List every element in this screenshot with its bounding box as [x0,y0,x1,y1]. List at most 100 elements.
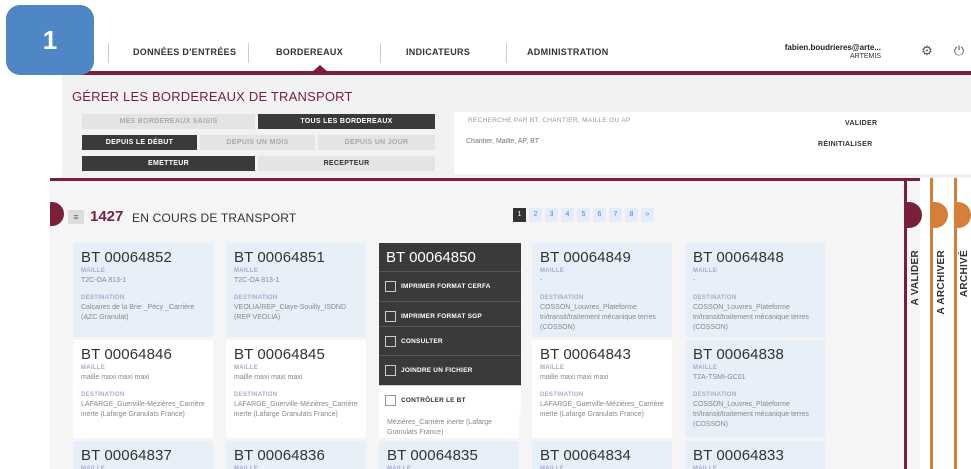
bt-number: BT 00064836 [234,447,325,464]
destination-value: COSSON_Louvres_Plateforme tri/transit/tr… [693,401,809,428]
menu-item-label: IMPRIMER FORMAT CERFA [401,283,491,290]
next-page-button[interactable]: » [641,208,654,222]
menu-item-label: JOINDRE UN FICHIER [401,367,473,374]
bt-number: BT 00064838 [693,346,784,363]
search-label: RECHERCHE PAR BT, CHANTIER, MAILLE OU AP [468,117,631,124]
filter-emetteur[interactable]: EMETTEUR [82,156,255,171]
filter-all-bordereaux[interactable]: TOUS LES BORDEREAUX [258,114,435,129]
page-button[interactable]: 5 [577,208,590,222]
maille-value: T2C-OA 813-1 [81,277,127,284]
bt-card[interactable]: BT 00064845 MAILLE maille maxi maxi maxi… [226,340,366,438]
nav-bordereaux[interactable]: BORDEREAUX [276,47,343,57]
tab-a-valider[interactable]: A VALIDER [910,250,921,305]
menu-item-label: IMPRIMER FORMAT SGP [401,313,482,320]
maille-label: MAILLE [81,365,106,371]
maille-label: MAILLE [540,268,565,274]
destination-value: COSSON_Louvres_Plateforme tri/transit/tr… [540,304,656,331]
checkbox[interactable] [385,311,396,322]
bt-card[interactable]: BT 00064851 MAILLE T2C-OA 813-1 DESTINAT… [226,243,366,337]
maille-label: MAILLE [234,365,259,371]
bt-card[interactable]: BT 00064833 MAILLE [685,441,825,469]
destination-value: LAFARGE_Guerville-Mézières_Carrière iner… [234,401,358,418]
page-button[interactable]: 7 [609,208,622,222]
bt-number: BT 00064845 [234,346,325,363]
destination-label: DESTINATION [234,392,278,398]
destination-value: COSSON_Louvres_Plateforme tri/transit/tr… [693,304,809,331]
page-button[interactable]: 2 [529,208,542,222]
checkbox[interactable] [385,281,396,292]
destination-label: DESTINATION [540,392,584,398]
maille-value: T2C-OA 813-1 [234,277,280,284]
menu-item-label: CONSULTER [401,338,443,345]
destination-value: LAFARGE_Guerville-Mézières_Carrière iner… [81,401,205,418]
step-badge: 1 [6,5,94,75]
maille-value: maille maxi maxi maxi [234,374,303,381]
maille-value: - [540,277,543,284]
bt-card[interactable]: BT 00064834 MAILLE [532,441,672,469]
menu-item-attach-file[interactable]: JOINDRE UN FICHIER [379,355,521,385]
menu-item-control-bt[interactable]: CONTRÔLER LE BT [379,385,521,413]
bt-card[interactable]: BT 00064848 MAILLE - DESTINATION COSSON_… [685,243,825,337]
destination-label: DESTINATION [540,295,584,301]
pagination: 1 2 3 4 5 6 7 8 » [513,208,657,222]
validate-button[interactable]: VALIDER [845,120,877,127]
reset-button[interactable]: RÉINITIALISER [818,141,872,148]
filter-recepteur[interactable]: RECEPTEUR [258,156,435,171]
top-bar [0,0,971,74]
settings-icon[interactable]: ⚙ [920,44,934,58]
list-view-icon[interactable]: ≡ [68,210,84,224]
destination-label: DESTINATION [693,295,737,301]
page-button[interactable]: 4 [561,208,574,222]
nav-separator [380,43,381,63]
bt-number: BT 00064848 [693,249,784,266]
maille-value: - [693,277,696,284]
bordereau-count: 1427 [90,208,124,225]
destination-value: LAFARGE_Guerville-Mézières_Carrière iner… [540,401,664,418]
tab-archive-handle[interactable] [954,202,971,228]
power-icon[interactable]: ⏻ [952,44,966,58]
action-menu-bt-number: BT 00064850 [386,249,476,266]
user-org: ARTEMIS [850,53,881,60]
bt-card[interactable]: BT 00064843 MAILLE maille maxi maxi maxi… [532,340,672,438]
filter-since-start[interactable]: DEPUIS LE DÉBUT [82,135,197,150]
bt-card[interactable]: BT 00064838 MAILLE T2A-TSMI-GC01 DESTINA… [685,340,825,438]
nav-separator [108,43,109,63]
checkbox[interactable] [385,395,396,406]
nav-donnees-entrees[interactable]: DONNÉES D'ENTRÉES [133,47,236,57]
nav-administration[interactable]: ADMINISTRATION [527,47,609,57]
bt-card[interactable]: BT 00064849 MAILLE - DESTINATION COSSON_… [532,243,672,337]
maille-label: MAILLE [693,365,718,371]
tab-a-archiver[interactable]: A ARCHIVER [936,250,947,314]
bt-card[interactable]: BT 00064852 MAILLE T2C-OA 813-1 DESTINAT… [73,243,213,337]
nav-indicateurs[interactable]: INDICATEURS [406,47,470,57]
search-input[interactable] [466,134,766,148]
filter-my-bordereaux[interactable]: MES BORDEREAUX SAISIS [82,114,255,129]
maille-value: maille maxi maxi maxi [81,374,150,381]
checkbox[interactable] [385,336,396,347]
bt-card[interactable]: BT 00064837 MAILLE [73,441,213,469]
destination-label: DESTINATION [81,392,125,398]
maille-value: maille maxi maxi maxi [540,374,609,381]
bt-number: BT 00064846 [81,346,172,363]
bt-card[interactable]: BT 00064846 MAILLE maille maxi maxi maxi… [73,340,213,438]
bt-card[interactable]: BT 00064835 MAILLE [379,441,519,469]
checkbox[interactable] [385,365,396,376]
tab-archive[interactable]: ARCHIVÉ [959,250,970,297]
page-button[interactable]: 3 [545,208,558,222]
page-button[interactable]: 1 [513,208,526,222]
tab-a-archiver-handle[interactable] [930,202,948,228]
filter-since-month[interactable]: DEPUIS UN MOIS [200,135,315,150]
menu-item-consult[interactable]: CONSULTER [379,326,521,356]
maille-label: MAILLE [693,268,718,274]
destination-value: Mézières_Carrière inerte (Lafarge Granul… [387,419,493,436]
menu-item-print-cerfa[interactable]: IMPRIMER FORMAT CERFA [379,271,521,301]
bt-number: BT 00064833 [693,447,784,464]
filter-since-day[interactable]: DEPUIS UN JOUR [318,135,435,150]
destination-label: DESTINATION [81,295,125,301]
page-button[interactable]: 6 [593,208,606,222]
user-name[interactable]: fabien.boudrieres@arte... [785,43,881,52]
page-button[interactable]: 8 [625,208,638,222]
bt-card[interactable]: BT 00064836 MAILLE [226,441,366,469]
nav-separator [248,43,249,63]
list-status-label: EN COURS DE TRANSPORT [132,211,297,225]
